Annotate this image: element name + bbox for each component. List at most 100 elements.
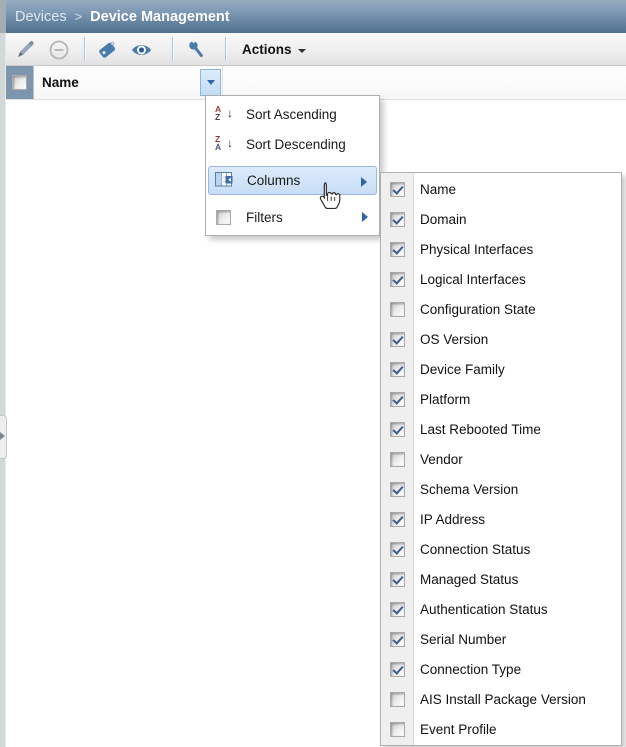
column-toggle-serial-number[interactable]: Serial Number [381, 624, 621, 654]
column-toggle-connection-type[interactable]: Connection Type [381, 654, 621, 684]
toolbar: Actions [6, 33, 626, 66]
column-toggle-ip-address[interactable]: IP Address [381, 504, 621, 534]
toolbar-separator [172, 37, 174, 61]
menu-item-sort-descending[interactable]: Z A ↓ Sort Descending [208, 129, 377, 159]
checked-checkbox[interactable] [390, 181, 405, 197]
column-toggle-label: Device Family [420, 361, 505, 377]
sort-ascending-icon: A Z ↓ [215, 104, 233, 122]
column-toggle-label: Last Rebooted Time [420, 421, 541, 437]
unchecked-checkbox[interactable] [390, 721, 405, 737]
column-toggle-label: Vendor [420, 451, 463, 467]
column-toggle-event-profile[interactable]: Event Profile [381, 714, 621, 744]
unchecked-checkbox[interactable] [390, 451, 405, 467]
column-toggle-schema-version[interactable]: Schema Version [381, 474, 621, 504]
column-toggle-domain[interactable]: Domain [381, 204, 621, 234]
menu-item-filters[interactable]: Filters [208, 202, 377, 232]
column-menu-trigger[interactable] [200, 69, 221, 96]
minus-circle-icon [49, 40, 68, 59]
column-toggle-label: Schema Version [420, 481, 519, 497]
tag-device-button[interactable] [94, 37, 119, 62]
checked-checkbox[interactable] [390, 481, 405, 497]
actions-label: Actions [242, 42, 292, 57]
breadcrumb: Devices > Device Management [6, 0, 626, 33]
column-toggle-os-version[interactable]: OS Version [381, 324, 621, 354]
menu-item-label: Sort Ascending [246, 106, 337, 122]
menu-item-label: Sort Descending [246, 136, 346, 152]
checked-checkbox[interactable] [390, 241, 405, 257]
expand-arrow-icon [0, 432, 5, 440]
edit-device-button[interactable] [12, 37, 37, 62]
column-toggle-label: OS Version [420, 331, 489, 347]
column-toggle-label: Managed Status [420, 571, 519, 587]
checked-checkbox[interactable] [390, 271, 405, 287]
checked-checkbox[interactable] [390, 511, 405, 527]
device-management-screen: Devices > Device Management Actions Name… [0, 0, 626, 747]
delete-device-button[interactable] [46, 37, 71, 62]
view-device-button[interactable] [129, 37, 154, 62]
caret-down-icon [297, 48, 306, 53]
column-toggle-label: Event Profile [420, 721, 497, 737]
menu-separator [209, 198, 376, 199]
column-header-menu: A Z ↓ Sort Ascending Z A ↓ Sort Descending Colum… [205, 95, 380, 236]
column-toggle-authentication-status[interactable]: Authentication Status [381, 594, 621, 624]
column-toggle-label: Connection Type [420, 661, 522, 677]
checked-checkbox[interactable] [390, 391, 405, 407]
column-toggle-label: Physical Interfaces [420, 241, 534, 257]
checked-checkbox[interactable] [390, 601, 405, 617]
column-toggle-label: Domain [420, 211, 467, 227]
column-toggle-label: IP Address [420, 511, 486, 527]
columns-submenu: Name Domain Physical Interfaces Logical Int… [380, 172, 622, 746]
select-all-checkbox[interactable] [12, 75, 27, 90]
checked-checkbox[interactable] [390, 361, 405, 377]
breadcrumb-devices-link[interactable]: Devices [15, 9, 67, 25]
checked-checkbox[interactable] [390, 211, 405, 227]
column-toggle-logical-interfaces[interactable]: Logical Interfaces [381, 264, 621, 294]
breadcrumb-separator: > [74, 9, 83, 24]
unchecked-checkbox[interactable] [390, 301, 405, 317]
sidebar-expand-handle[interactable] [0, 415, 7, 459]
menu-item-sort-ascending[interactable]: A Z ↓ Sort Ascending [208, 99, 377, 129]
checked-checkbox[interactable] [390, 631, 405, 647]
actions-menu-button[interactable]: Actions [234, 38, 314, 61]
columns-icon [215, 171, 234, 190]
checked-checkbox[interactable] [390, 571, 405, 587]
column-toggle-device-family[interactable]: Device Family [381, 354, 621, 384]
column-toggle-ais-install-package-version[interactable]: AIS Install Package Version [381, 684, 621, 714]
column-toggle-name[interactable]: Name [381, 174, 621, 204]
column-toggle-vendor[interactable]: Vendor [381, 444, 621, 474]
column-toggle-label: Connection Status [420, 541, 531, 557]
tag-icon [98, 41, 115, 58]
toolbar-separator [225, 37, 227, 61]
column-toggle-connection-status[interactable]: Connection Status [381, 534, 621, 564]
unchecked-checkbox[interactable] [390, 691, 405, 707]
column-toggle-last-rebooted-time[interactable]: Last Rebooted Time [381, 414, 621, 444]
column-toggle-physical-interfaces[interactable]: Physical Interfaces [381, 234, 621, 264]
checked-checkbox[interactable] [390, 661, 405, 677]
submenu-arrow-icon [361, 177, 367, 187]
column-toggle-label: AIS Install Package Version [420, 691, 586, 707]
column-toggle-configuration-state[interactable]: Configuration State [381, 294, 621, 324]
menu-item-columns[interactable]: Columns [208, 166, 377, 195]
collapsed-sidebar-strip [0, 0, 6, 747]
page-title: Device Management [90, 8, 230, 25]
submenu-arrow-icon [362, 212, 368, 222]
column-toggle-label: Serial Number [420, 631, 507, 647]
caret-down-icon [206, 80, 215, 85]
eye-icon [131, 44, 152, 55]
wrench-icon [188, 38, 203, 57]
checked-checkbox[interactable] [390, 541, 405, 557]
column-toggle-platform[interactable]: Platform [381, 384, 621, 414]
key-management-button[interactable] [184, 37, 209, 62]
menu-item-label: Filters [246, 209, 283, 225]
menu-item-label: Columns [247, 173, 301, 188]
toolbar-separator [84, 37, 86, 61]
select-all-cell [6, 66, 34, 99]
menu-separator [209, 162, 376, 163]
checked-checkbox[interactable] [390, 331, 405, 347]
column-toggle-managed-status[interactable]: Managed Status [381, 564, 621, 594]
sort-descending-icon: Z A ↓ [215, 134, 233, 152]
pencil-icon [17, 40, 34, 57]
column-header-name[interactable]: Name [42, 66, 79, 99]
filter-checkbox-icon [214, 208, 233, 226]
checked-checkbox[interactable] [390, 421, 405, 437]
